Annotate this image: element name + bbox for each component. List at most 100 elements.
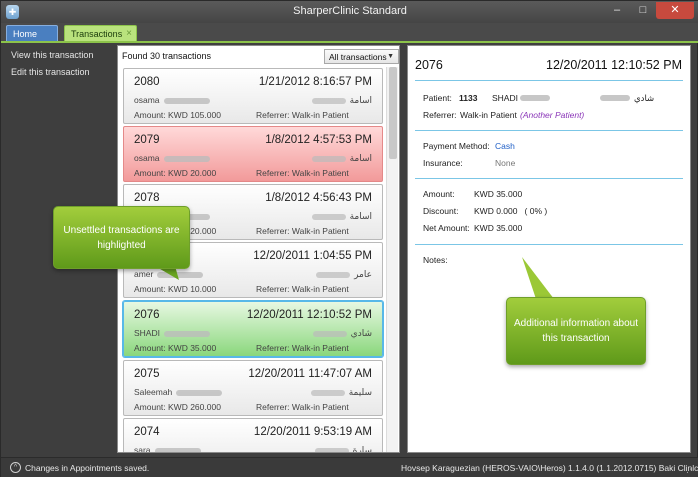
transaction-id: 2074 <box>134 426 160 438</box>
sidebar-item-view-transaction[interactable]: View this transaction <box>11 50 93 60</box>
redacted-surname <box>163 155 210 162</box>
patient-name: SHADI <box>492 93 518 103</box>
expand-up-icon[interactable]: ^ <box>10 462 21 473</box>
title-bar: ✚ SharperClinic Standard – □ ✕ <box>1 1 698 23</box>
callout-arrow-details <box>522 257 554 299</box>
transaction-amount: Amount: KWD 35.000 <box>134 343 217 353</box>
transaction-id: 2075 <box>134 368 160 380</box>
transaction-card-unsettled[interactable]: 2079 1/8/2012 4:57:53 PM osama اسامة Amo… <box>123 126 383 182</box>
payment-method-value: Cash <box>495 141 515 151</box>
transaction-card[interactable]: 2080 1/21/2012 8:16:57 PM osama اسامة Am… <box>123 68 383 124</box>
sidebar-item-edit-transaction[interactable]: Edit this transaction <box>11 67 90 77</box>
patient-name-arabic: شادي <box>312 328 372 339</box>
status-user: Hovsep Karaguezian (HEROS-VAIO\Heros) <box>401 463 566 473</box>
details-transaction-date: 12/20/2011 12:10:52 PM <box>546 58 682 72</box>
transaction-id: 2078 <box>134 192 160 204</box>
filter-selected-value: All transactions <box>329 52 387 62</box>
transaction-id: 2080 <box>134 76 160 88</box>
patient-name-arabic: سليمة <box>310 387 372 398</box>
patient-name-arabic: شادي <box>634 93 655 103</box>
transaction-id: 2076 <box>134 309 160 321</box>
transaction-referrer: Referrer: Walk-in Patient <box>256 168 349 178</box>
details-callout: Additional information about this transa… <box>506 297 646 365</box>
amount-value: KWD 35.000 <box>474 189 523 199</box>
tab-label: Transactions <box>71 29 123 39</box>
redacted-arabic-surname <box>312 330 347 337</box>
tab-transactions[interactable]: Transactions × <box>64 25 137 42</box>
close-tab-icon[interactable]: × <box>126 26 132 42</box>
patient-name: SHADI <box>134 328 210 338</box>
scrollbar-thumb[interactable] <box>389 67 397 159</box>
redacted-arabic-surname <box>310 389 345 396</box>
transaction-referrer: Referrer: Walk-in Patient <box>256 284 349 294</box>
maximize-button[interactable]: □ <box>630 2 656 19</box>
patient-name-arabic: سارة <box>314 445 372 452</box>
divider <box>415 244 683 245</box>
status-message: Changes in Appointments saved. <box>25 463 150 473</box>
divider <box>415 80 683 81</box>
transaction-card-selected[interactable]: 2076 12/20/2011 12:10:52 PM SHADI شادي A… <box>123 301 383 357</box>
redacted-arabic-surname <box>311 213 346 220</box>
transaction-amount: Amount: KWD 10.000 <box>134 284 217 294</box>
transaction-referrer: Referrer: Walk-in Patient <box>256 110 349 120</box>
another-patient-link[interactable]: (Another Patient) <box>520 110 584 120</box>
transaction-date: 1/21/2012 8:16:57 PM <box>258 76 372 88</box>
transaction-card[interactable]: 2075 12/20/2011 11:47:07 AM Saleemah سلي… <box>123 360 383 416</box>
tab-home[interactable]: Home <box>6 25 58 42</box>
redacted-surname <box>520 95 550 101</box>
minimize-button[interactable]: – <box>604 2 630 19</box>
transaction-amount: Amount: KWD 260.000 <box>134 402 221 412</box>
discount-value: KWD 0.000 ( 0% ) <box>474 206 548 216</box>
transaction-date: 12/20/2011 9:53:19 AM <box>253 426 372 438</box>
insurance-label: Insurance: <box>423 158 463 168</box>
status-bar: ^ Changes in Appointments saved. Hovsep … <box>1 457 698 477</box>
close-window-button[interactable]: ✕ <box>656 2 694 19</box>
details-transaction-id: 2076 <box>415 58 443 72</box>
redacted-surname <box>176 389 223 396</box>
chevron-down-icon: ▼ <box>387 53 394 60</box>
redacted-surname <box>163 330 210 337</box>
patient-name-arabic: اسامة <box>311 211 372 222</box>
list-header: Found 30 transactions All transactions ▼ <box>118 46 399 66</box>
list-scrollbar[interactable] <box>386 67 398 452</box>
transaction-id: 2079 <box>134 134 160 146</box>
tab-bar: Home Transactions × <box>1 23 698 42</box>
transaction-referrer: Referrer: Walk-in Patient <box>256 402 349 412</box>
referrer-value: Walk-in Patient <box>460 110 517 120</box>
patient-name: osama <box>134 153 210 163</box>
transaction-referrer: Referrer: Walk-in Patient <box>256 343 349 353</box>
transaction-amount: Amount: KWD 20.000 <box>134 168 217 178</box>
redacted-arabic-surname <box>600 95 630 101</box>
transaction-referrer: Referrer: Walk-in Patient <box>256 226 349 236</box>
resize-grip-icon[interactable]: ⋰ <box>686 464 695 475</box>
patient-name-arabic: عامر <box>316 269 372 280</box>
transaction-card[interactable]: 2074 12/20/2011 9:53:19 AM sara سارة <box>123 418 383 452</box>
patient-name-arabic: اسامة <box>311 95 372 106</box>
insurance-value: None <box>495 158 516 168</box>
unsettled-callout: Unsettled transactions are highlighted <box>53 206 190 269</box>
status-version: 1.1.4.0 (1.1.2012.0715) Baki Clinic <box>568 463 698 473</box>
patient-name: osama <box>134 95 210 105</box>
discount-label: Discount: <box>423 206 459 216</box>
app-window: ✚ SharperClinic Standard – □ ✕ Home Tran… <box>0 0 698 477</box>
divider <box>415 130 683 131</box>
referrer-label: Referrer: <box>423 110 457 120</box>
transaction-date: 1/8/2012 4:56:43 PM <box>265 192 372 204</box>
transaction-date: 1/8/2012 4:57:53 PM <box>265 134 372 146</box>
transaction-date: 12/20/2011 1:04:55 PM <box>253 250 372 262</box>
patient-name: Saleemah <box>134 387 223 397</box>
transaction-filter-dropdown[interactable]: All transactions ▼ <box>324 49 399 64</box>
redacted-arabic-surname <box>311 155 346 162</box>
patient-label: Patient: <box>423 93 452 103</box>
results-count: Found 30 transactions <box>122 51 212 61</box>
patient-name-arabic: اسامة <box>311 153 372 164</box>
patient-number: 1133 <box>459 93 478 103</box>
redacted-arabic-surname <box>314 447 349 452</box>
net-amount-label: Net Amount: <box>423 223 470 233</box>
redacted-surname <box>163 97 210 104</box>
net-amount-value: KWD 35.000 <box>474 223 523 233</box>
transaction-date: 12/20/2011 11:47:07 AM <box>248 368 372 380</box>
redacted-surname <box>154 447 201 452</box>
divider <box>415 178 683 179</box>
redacted-arabic-surname <box>316 271 351 278</box>
